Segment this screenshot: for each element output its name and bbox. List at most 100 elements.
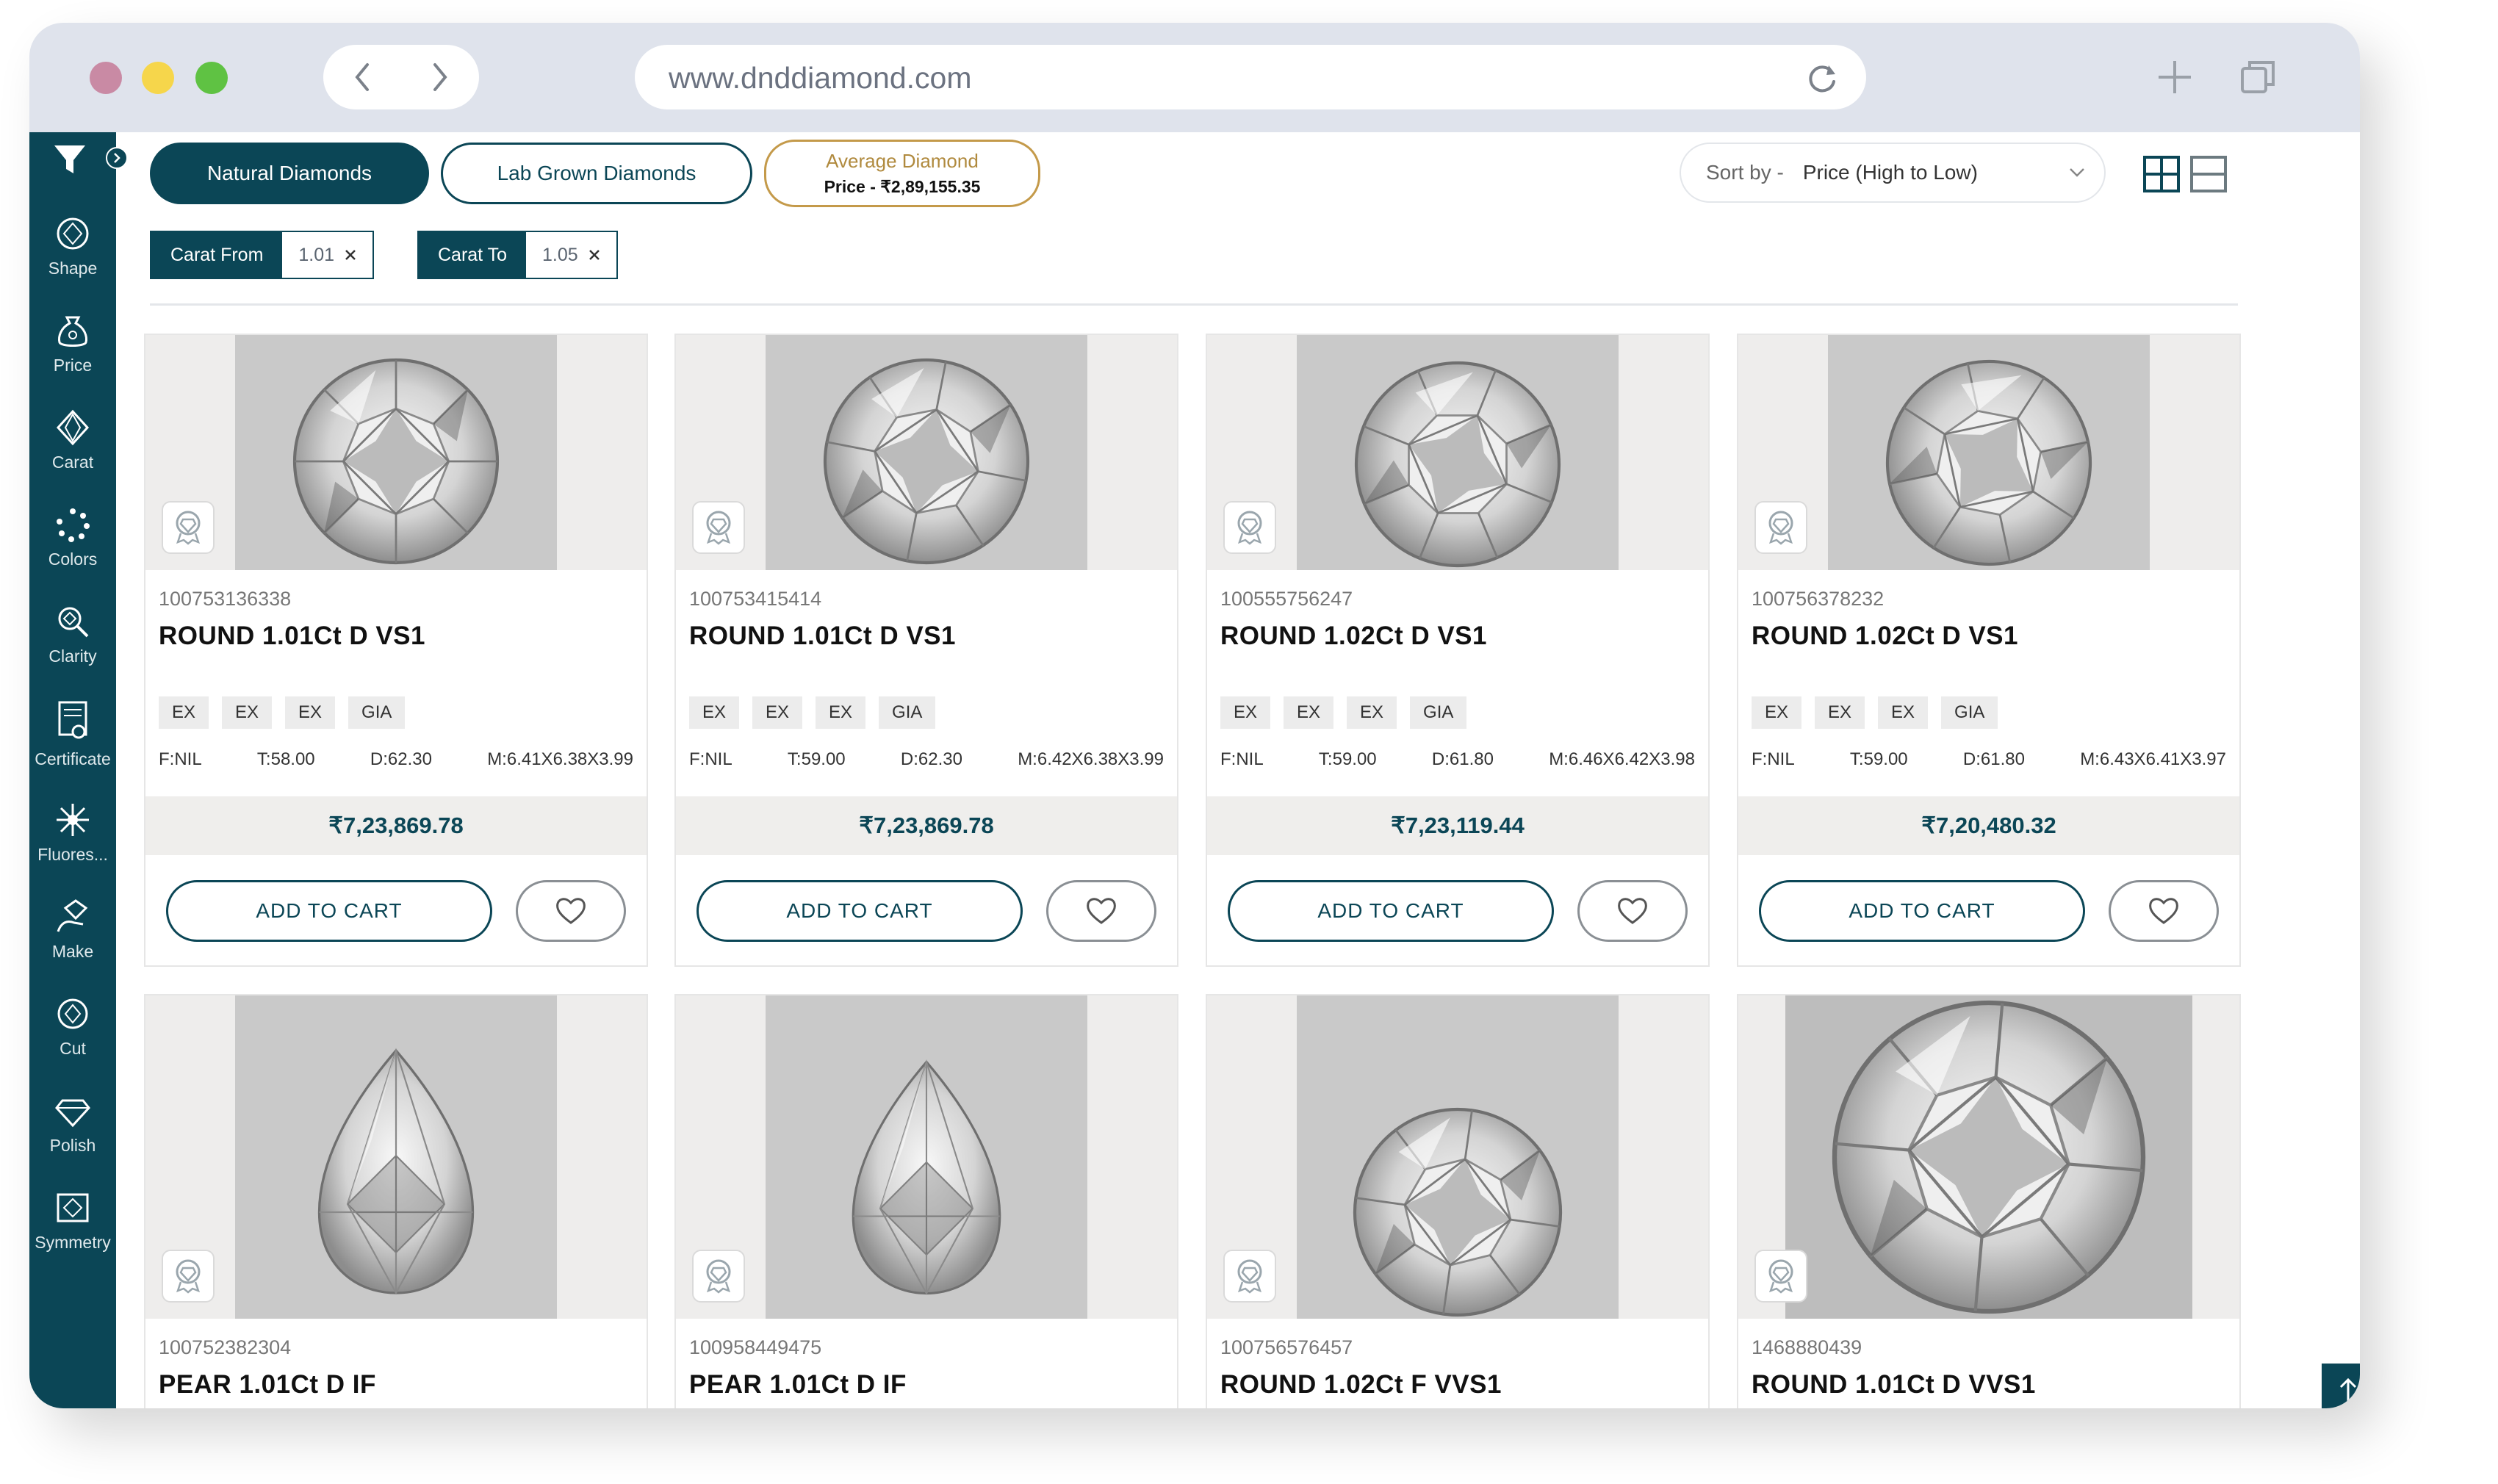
product-card[interactable]: 100756576457 ROUND 1.02Ct F VVS1 [1206,994,1710,1408]
product-card[interactable]: 1468880439 ROUND 1.01Ct D VVS1 [1737,994,2241,1408]
certificate-button[interactable] [162,501,215,554]
product-price: ₹7,20,480.32 [1738,796,2239,855]
table-spec: T:58.00 [256,749,315,769]
certificate-button[interactable] [1754,1250,1807,1303]
natural-diamonds-tab[interactable]: Natural Diamonds [150,143,429,204]
round-diamond-image [235,335,557,570]
product-name[interactable]: ROUND 1.02Ct D VS1 [1220,622,1487,651]
color-dots-icon [57,508,90,542]
close-icon[interactable] [588,249,600,261]
grid-view-icon[interactable] [2142,155,2181,193]
carat-from-label: Carat From [151,232,283,278]
product-card[interactable]: 100752382304 PEAR 1.01Ct D IF [144,994,648,1408]
certificate-button[interactable] [1223,1250,1276,1303]
sidebar-item-symmetry[interactable]: Symmetry [29,1189,116,1253]
certificate-button[interactable] [692,1250,745,1303]
symmetry-grade-tag: EX [816,696,866,729]
cut-grade-tag: EX [689,696,740,729]
sidebar-item-label: Shape [48,259,98,278]
add-to-cart-button[interactable]: ADD TO CART [1228,880,1554,942]
forward-button[interactable] [401,45,479,109]
certificate-button[interactable] [692,501,745,554]
sidebar-item-certificate[interactable]: Certificate [29,699,116,769]
product-name[interactable]: ROUND 1.01Ct D VS1 [159,622,425,651]
maximize-window-dot[interactable] [195,62,228,94]
sidebar-item-carat[interactable]: Carat [29,408,116,472]
sidebar-item-colors[interactable]: Colors [29,505,116,569]
fluorescence-spec: F:NIL [1220,749,1264,769]
product-name[interactable]: ROUND 1.02Ct D VS1 [1752,622,2018,651]
sidebar-item-clarity[interactable]: Clarity [29,602,116,666]
sidebar-item-polish[interactable]: Polish [29,1092,116,1156]
sidebar-item-cut[interactable]: Cut [29,995,116,1059]
pear-diamond-image [317,1049,475,1294]
product-card[interactable]: 100753415414 ROUND 1.01Ct D VS1 EX EX EX… [674,334,1178,967]
carat-to-filter: Carat To 1.05 [417,231,618,279]
address-bar[interactable]: www.dnddiamond.com [635,45,1866,109]
product-image [1207,335,1708,570]
close-window-dot[interactable] [90,62,122,94]
sidebar-item-price[interactable]: Price [29,311,116,375]
sort-dropdown[interactable]: Sort by - Price (High to Low) [1680,143,2106,203]
chevron-left-icon [355,63,369,91]
product-card[interactable]: 100555756247 ROUND 1.02Ct D VS1 EX EX EX… [1206,334,1710,967]
add-to-cart-button[interactable]: ADD TO CART [1759,880,2085,942]
plus-icon[interactable] [2153,55,2197,99]
close-icon[interactable] [345,249,356,261]
product-image [676,995,1177,1319]
product-image [1738,995,2239,1319]
chevron-right-icon [114,153,120,163]
lab-tag: GIA [879,696,936,729]
section-divider [150,303,2238,306]
pear-diamond-image [852,1060,1001,1295]
product-card[interactable]: 100756378232 ROUND 1.02Ct D VS1 EX EX EX… [1737,334,2241,967]
measurement-spec: M:6.46X6.42X3.98 [1549,749,1695,769]
product-name[interactable]: ROUND 1.01Ct D VVS1 [1752,1370,2036,1400]
sidebar-item-label: Make [51,942,94,961]
add-to-cart-button[interactable]: ADD TO CART [166,880,492,942]
sidebar-item-label: Clarity [48,646,97,666]
sidebar-item-shape[interactable]: Shape [29,215,116,278]
scroll-to-top-button[interactable] [2322,1364,2360,1408]
sidebar-toggle-button[interactable] [106,147,128,169]
minimize-window-dot[interactable] [142,62,174,94]
product-name[interactable]: PEAR 1.01Ct D IF [159,1370,376,1400]
product-card[interactable]: 100958449475 PEAR 1.01Ct D IF [674,994,1178,1408]
product-name[interactable]: ROUND 1.01Ct D VS1 [689,622,956,651]
lab-grown-diamonds-tab[interactable]: Lab Grown Diamonds [441,143,752,204]
round-diamond-image [1828,335,2150,570]
filter-icon[interactable] [51,141,88,178]
wishlist-button[interactable] [516,880,626,942]
product-card[interactable]: 100753136338 ROUND 1.01Ct D VS1 EX EX EX… [144,334,648,967]
list-view-icon[interactable] [2189,155,2228,193]
wishlist-button[interactable] [1046,880,1156,942]
reload-icon[interactable] [1804,60,1840,95]
tabs-icon[interactable] [2236,55,2281,99]
wishlist-button[interactable] [2109,880,2219,942]
lab-tag: GIA [348,696,406,729]
sidebar-item-label: Certificate [35,749,111,768]
back-button[interactable] [323,45,401,109]
symmetry-grade-tag: EX [1878,696,1929,729]
depth-spec: D:62.30 [370,749,432,769]
cut-grade-tag: EX [1220,696,1271,729]
product-image [1207,995,1708,1319]
sidebar-item-fluorescence[interactable]: Fluores... [29,801,116,865]
round-diamond-image [1297,995,1619,1319]
certificate-badge-icon [176,511,201,545]
average-diamond-price: Price - ₹2,89,155.35 [824,177,981,196]
add-to-cart-button[interactable]: ADD TO CART [697,880,1023,942]
product-name[interactable]: PEAR 1.01Ct D IF [689,1370,907,1400]
certificate-badge-icon [706,1259,731,1294]
product-name[interactable]: ROUND 1.02Ct F VVS1 [1220,1370,1502,1400]
certificate-button[interactable] [162,1250,215,1303]
wishlist-button[interactable] [1577,880,1688,942]
carat-icon [56,409,90,446]
certificate-badge-icon [706,511,731,545]
certificate-button[interactable] [1754,501,1807,554]
table-spec: T:59.00 [787,749,846,769]
filter-sidebar: Shape Price Carat Colors Clarity Certifi… [29,132,128,1408]
certificate-button[interactable] [1223,501,1276,554]
product-price: ₹7,23,869.78 [145,796,647,855]
sidebar-item-make[interactable]: Make [29,898,116,962]
